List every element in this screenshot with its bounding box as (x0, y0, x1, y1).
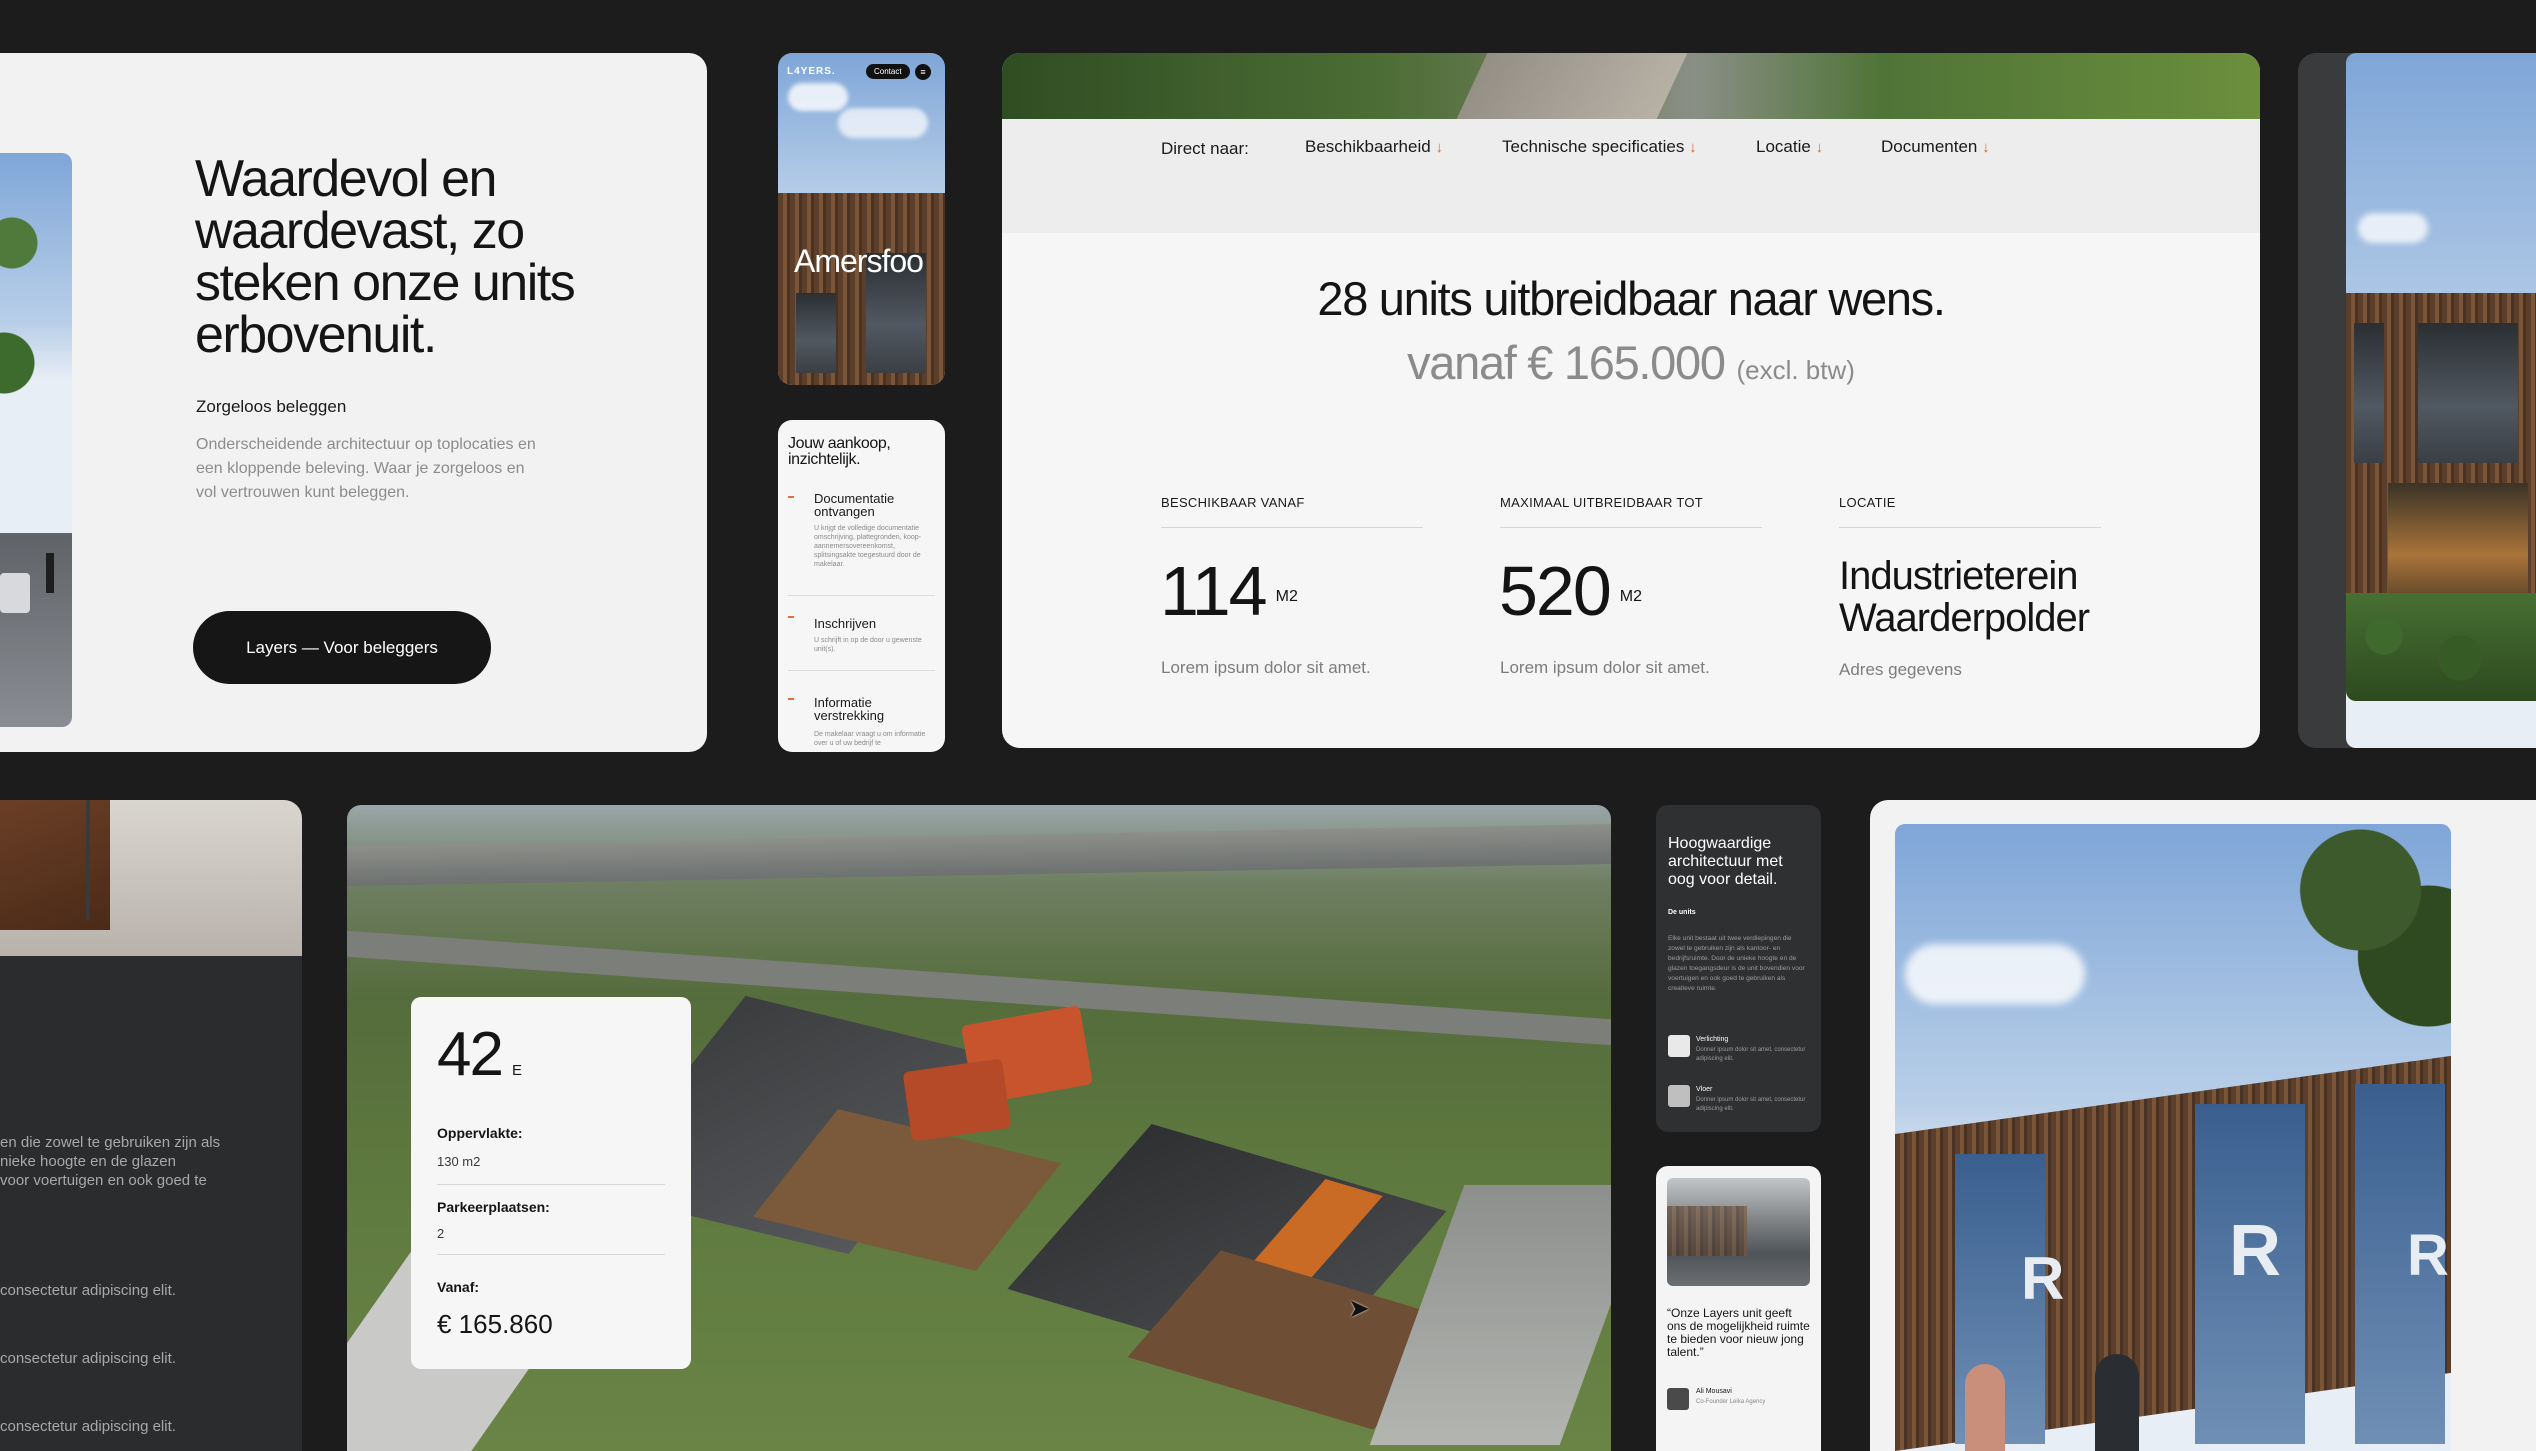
facade-photo: R R R (1895, 824, 2451, 1451)
unit-detail-card[interactable]: 42 E Oppervlakte: 130 m2 Parkeerplaatsen:… (411, 997, 691, 1369)
architecture-title: Hoogwaardige architectuur met oog voor d… (1668, 835, 1783, 888)
stat-unit: M2 (1275, 587, 1298, 605)
parking-label: Parkeerplaatsen: (437, 1199, 550, 1215)
nav-specs[interactable]: Technische specificaties ↓ (1502, 137, 1697, 157)
units-headline: 28 units uitbreidbaar naar wens. (1317, 272, 1946, 325)
stat-label: LOCATIE (1839, 495, 1896, 510)
stat-label: MAXIMAAL UITBREIDBAAR TOT (1500, 495, 1704, 510)
stat-value: 114 M2 (1160, 551, 1298, 631)
step-text: De makelaar vraagt u om informatie over … (814, 731, 926, 747)
step-text: U krijgt de volledige documentatie omsch… (814, 525, 922, 568)
lighting-icon (1668, 1035, 1690, 1057)
hero-subtitle: Zorgeloos beleggen (196, 397, 347, 416)
menu-icon[interactable]: ≡ (915, 64, 931, 80)
unit-letter: E (511, 1062, 522, 1079)
feature-item: consectetur adipiscing elit. (0, 1350, 176, 1367)
steps-title: Jouw aankoop, inzichtelijk. (788, 435, 891, 468)
description-line: nieke hoogte en de glazen (0, 1153, 176, 1170)
nav-label: Documenten (1881, 137, 1978, 156)
feature-text: Donner ipsum dolor sit amet, consectetur… (1696, 1097, 1806, 1112)
nav-availability[interactable]: Beschikbaarheid ↓ (1305, 137, 1443, 157)
facade-sign: R (2407, 1223, 2449, 1288)
author-role: Co-Founder Leika Agency (1696, 1399, 1766, 1405)
stat-value: 520 M2 (1499, 551, 1642, 631)
hero-body: Onderscheidende architectuur op toplocat… (196, 436, 536, 501)
feature-title: Verlichting (1696, 1036, 1729, 1043)
parking-value: 2 (437, 1226, 445, 1241)
unit-description-card: en die zowel te gebruiken zijn als nieke… (0, 800, 302, 1451)
area-value: 130 m2 (437, 1154, 481, 1169)
price-value: € 165.860 (437, 1309, 553, 1339)
area-label: Oppervlakte: (437, 1125, 523, 1141)
facade-sign: R (2229, 1211, 2281, 1291)
nav-label: Technische specificaties (1502, 137, 1685, 156)
mobile-logo[interactable]: L4YERS. (787, 66, 836, 77)
stat-description: Lorem ipsum dolor sit amet. (1500, 658, 1710, 677)
nav-label: Beschikbaarheid (1305, 137, 1431, 156)
stat-label: BESCHIKBAAR VANAF (1161, 495, 1305, 510)
building-photo-card (2298, 53, 2536, 748)
investors-button[interactable]: Layers — Voor beleggers (193, 611, 491, 684)
arrow-down-icon: ↓ (1815, 139, 1824, 156)
floor-icon (1668, 1085, 1690, 1107)
units-section-label: De units (1668, 909, 1696, 916)
hero-card: Waardevol en waardevast, zo steken onze … (0, 53, 707, 752)
unit-number-value: 42 (437, 1020, 504, 1089)
arrow-down-icon: ↓ (1982, 139, 1990, 156)
step-title: Inschrijven (814, 616, 877, 631)
cursor-icon: ➤ (1348, 1293, 1370, 1323)
facade-photo-card: R R R (1870, 800, 2536, 1451)
mobile-hero-preview: L4YERS. Contact ≡ Amersfoo (778, 53, 945, 385)
units-text: Elke unit bestaat uit twee verdiepingen … (1668, 935, 1805, 992)
hero-title: Waardevol en waardevast, zo steken onze … (195, 150, 576, 364)
mobile-architecture-preview: Hoogwaardige architectuur met oog voor d… (1656, 805, 1821, 1132)
mobile-contact-button[interactable]: Contact (866, 64, 910, 79)
description-line: en die zowel te gebruiken zijn als (0, 1134, 221, 1151)
feature-item: consectetur adipiscing elit. (0, 1282, 176, 1299)
testimonial-quote: “Onze Layers unit geeft ons de mogelijkh… (1667, 1306, 1810, 1359)
location-address: Adres gegevens (1839, 660, 1962, 679)
arrow-down-icon: ↓ (1435, 139, 1443, 156)
stat-number: 520 (1499, 552, 1612, 630)
author-name: Ali Mousavi (1696, 1388, 1732, 1395)
step-title: Informatie verstrekking (814, 695, 885, 723)
nav-label: Locatie (1756, 137, 1811, 156)
nav-prefix: Direct naar: (1161, 139, 1249, 158)
mobile-testimonial-preview: “Onze Layers unit geeft ons de mogelijkh… (1656, 1166, 1821, 1451)
step-text: U schrijft in op de door u gewenste unit… (814, 637, 922, 653)
step-title: Documentatie ontvangen (814, 491, 895, 519)
stat-unit: M2 (1619, 587, 1643, 605)
nav-location[interactable]: Locatie ↓ (1756, 137, 1823, 157)
price-note: (excl. btw) (1736, 355, 1855, 385)
mobile-city-title: Amersfoo (794, 243, 924, 279)
description-line: voor voertuigen en ook goed te (0, 1172, 207, 1189)
facade-sign: R (2021, 1245, 2065, 1312)
stat-description: Lorem ipsum dolor sit amet. (1161, 658, 1371, 677)
price-label: Vanaf: (437, 1279, 480, 1295)
feature-title: Vloer (1696, 1086, 1713, 1093)
price-value: vanaf € 165.000 (1407, 336, 1726, 389)
project-info-card: Direct naar: Beschikbaarheid ↓ Technisch… (1002, 53, 2260, 748)
hero-photo (0, 153, 72, 727)
feature-item: consectetur adipiscing elit. (0, 1418, 176, 1435)
unit-number: 42 E (437, 1019, 522, 1090)
mobile-steps-preview: Jouw aankoop, inzichtelijk. Documentatie… (778, 420, 945, 752)
stat-number: 114 (1160, 552, 1268, 630)
arrow-down-icon: ↓ (1689, 139, 1697, 156)
nav-documents[interactable]: Documenten ↓ (1881, 137, 1990, 157)
avatar (1667, 1388, 1689, 1410)
feature-text: Donner ipsum dolor sit amet, consectetur… (1696, 1047, 1806, 1062)
price-line: vanaf € 165.000 (excl. btw) (1002, 335, 2260, 390)
location-name: Industrieterein Waarderpolder (1839, 554, 2090, 640)
